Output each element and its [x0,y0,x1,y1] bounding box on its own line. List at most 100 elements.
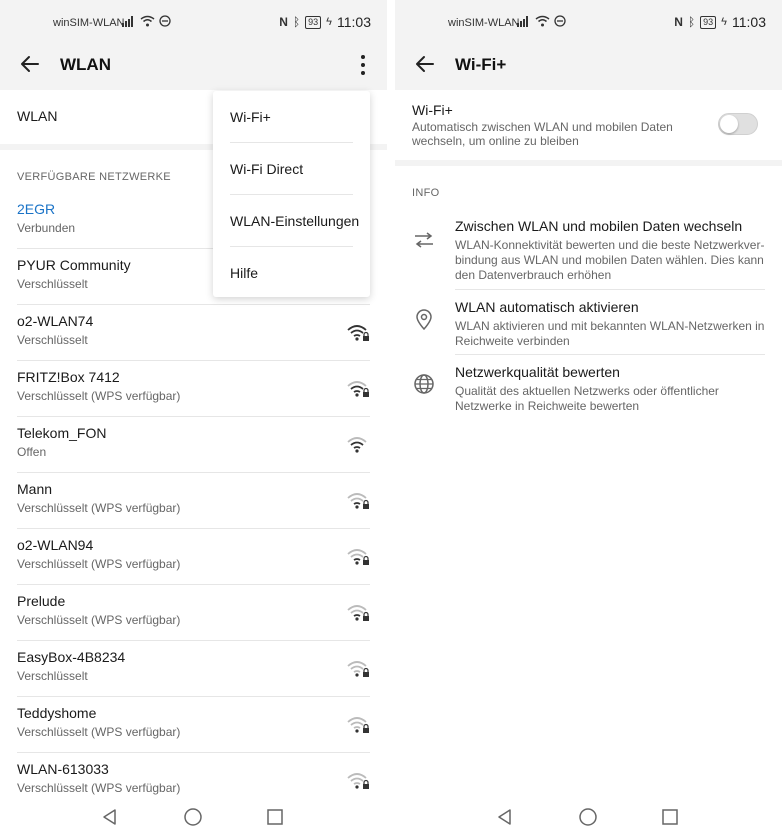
app-bar: WLAN [0,42,387,88]
network-item-telekom-fon[interactable]: Telekom_FON Offen [17,417,370,473]
menu-item-help[interactable]: Hilfe [230,247,370,299]
nfc-icon: N [279,15,288,29]
info-item-description: WLAN aktivieren und mit bekannten WLAN-N… [455,319,765,348]
network-status: Verbunden [17,221,76,235]
network-name: FRITZ!Box 7412 [17,369,120,385]
battery-indicator: 93 [700,15,717,29]
menu-item-wifi-plus[interactable]: Wi-Fi+ [230,91,370,143]
wlan-toggle-label: WLAN [17,108,58,124]
signal-icon [517,16,528,27]
wifi-lock-icon [347,605,369,621]
nav-recents-icon[interactable] [660,807,680,827]
bluetooth-icon: ᛒ [687,15,696,29]
menu-item-label: Wi-Fi+ [230,109,271,125]
swap-arrows-icon [415,232,433,248]
network-name: o2-WLAN74 [17,313,94,329]
clock: 11:03 [337,14,371,30]
network-name: Teddyshome [17,705,97,721]
location-pin-icon [416,309,432,331]
network-status: Verschlüsselt (WPS verfügbar) [17,501,181,515]
network-name: o2-WLAN94 [17,537,94,553]
overflow-menu: Wi-Fi+ Wi-Fi Direct WLAN-Einstellungen H… [213,91,370,297]
globe-icon [414,374,434,394]
bluetooth-icon: ᛒ [292,15,301,29]
nav-back-icon[interactable] [495,807,515,827]
info-item-title: WLAN automatisch aktivieren [455,299,639,315]
nav-home-icon[interactable] [183,807,203,827]
more-options-icon[interactable] [353,52,373,78]
wifi-lock-icon [347,381,369,397]
network-name: 2EGR [17,201,56,217]
wifi-lock-icon [347,661,369,677]
menu-item-wifi-direct[interactable]: Wi-Fi Direct [230,143,370,195]
page-title: WLAN [60,55,111,74]
wifi-plus-toggle-row[interactable]: Wi-Fi+ Automatisch zwischen WLAN und mob… [395,90,782,160]
wifi-lock-icon [347,325,369,341]
nfc-icon: N [674,15,683,29]
wifi-lock-icon [347,773,369,789]
wifi-lock-icon [347,493,369,509]
network-item-teddyshome[interactable]: Teddyshome Verschlüsselt (WPS verfügbar) [17,697,370,753]
network-status: Verschlüsselt (WPS verfügbar) [17,781,181,795]
network-status: Offen [17,445,47,459]
wlan-screen: winSIM-WLAN N ᛒ 93 ϟ 11:03 WLAN WLAN VER… [0,0,387,839]
back-arrow-icon[interactable] [18,52,42,76]
network-name: Prelude [17,593,66,609]
wifi-plus-title: Wi-Fi+ [412,102,453,118]
wifi-plus-screen: winSIM-WLAN N ᛒ 93 ϟ 11:03 Wi-Fi+ Wi-Fi+… [395,0,782,839]
status-icons [517,15,566,27]
network-item-easybox-4b8234[interactable]: EasyBox-4B8234 Verschlüsselt [17,641,370,697]
network-name: PYUR Community [17,257,131,273]
wifi-status-icon [535,15,550,27]
data-saver-icon [554,15,566,27]
wifi-lock-icon [347,549,369,565]
network-item-prelude[interactable]: Prelude Verschlüsselt (WPS verfügbar) [17,585,370,641]
nav-recents-icon[interactable] [265,807,285,827]
network-name: Telekom_FON [17,425,107,441]
network-item-o2-wlan94[interactable]: o2-WLAN94 Verschlüsselt (WPS verfügbar) [17,529,370,585]
network-status: Verschlüsselt (WPS verfügbar) [17,725,181,739]
charging-icon: ϟ [721,16,727,28]
info-item-title: Netzwerkqualität bewerten [455,364,620,380]
menu-item-wlan-settings[interactable]: WLAN-Einstellungen [230,195,370,247]
charging-icon: ϟ [326,16,332,28]
network-name: Mann [17,481,53,497]
data-saver-icon [159,15,171,27]
status-bar: winSIM-WLAN N ᛒ 93 ϟ 11:03 [0,0,387,42]
network-status: Verschlüsselt (WPS verfügbar) [17,613,181,627]
carrier-name: winSIM-WLAN [53,17,125,29]
info-item-description: Qualität des aktuellen Netzwerks oder öf… [455,384,719,413]
network-item-o2-wlan74[interactable]: o2-WLAN74 Verschlüsselt [17,305,370,361]
network-name: EasyBox-4B8234 [17,649,126,665]
app-bar: Wi-Fi+ [395,42,782,88]
status-icons [122,15,171,27]
back-arrow-icon[interactable] [413,52,437,76]
clock: 11:03 [732,14,766,30]
signal-icon [122,16,133,27]
page-title: Wi-Fi+ [455,55,507,74]
menu-item-label: WLAN-Einstellungen [230,213,360,229]
wifi-plus-switch[interactable] [718,113,758,135]
section-header-info: INFO [412,187,440,199]
carrier-name: winSIM-WLAN [448,17,520,29]
network-status: Verschlüsselt (WPS verfügbar) [17,389,181,403]
network-name: WLAN-613033 [17,761,109,777]
wifi-icon [347,437,367,453]
status-icons-right: N ᛒ 93 ϟ 11:03 [674,14,766,30]
menu-item-label: Wi-Fi Direct [230,161,304,177]
nav-home-icon[interactable] [578,807,598,827]
network-status: Verschlüsselt [17,333,88,347]
wifi-plus-description: Automatisch zwischen WLAN und mobilen Da… [412,120,673,148]
network-status: Verschlüsselt [17,277,88,291]
network-item-fritzbox-7412[interactable]: FRITZ!Box 7412 Verschlüsselt (WPS verfüg… [17,361,370,417]
network-status: Verschlüsselt (WPS verfügbar) [17,557,181,571]
info-item-description: WLAN-Konnektivität bewerten und die best… [455,238,765,282]
network-item-mann[interactable]: Mann Verschlüsselt (WPS verfügbar) [17,473,370,529]
wifi-lock-icon [347,717,369,733]
battery-indicator: 93 [305,15,322,29]
navigation-bar [0,795,387,839]
navigation-bar [395,795,782,839]
status-bar: winSIM-WLAN N ᛒ 93 ϟ 11:03 [395,0,782,42]
nav-back-icon[interactable] [100,807,120,827]
menu-item-label: Hilfe [230,265,259,281]
